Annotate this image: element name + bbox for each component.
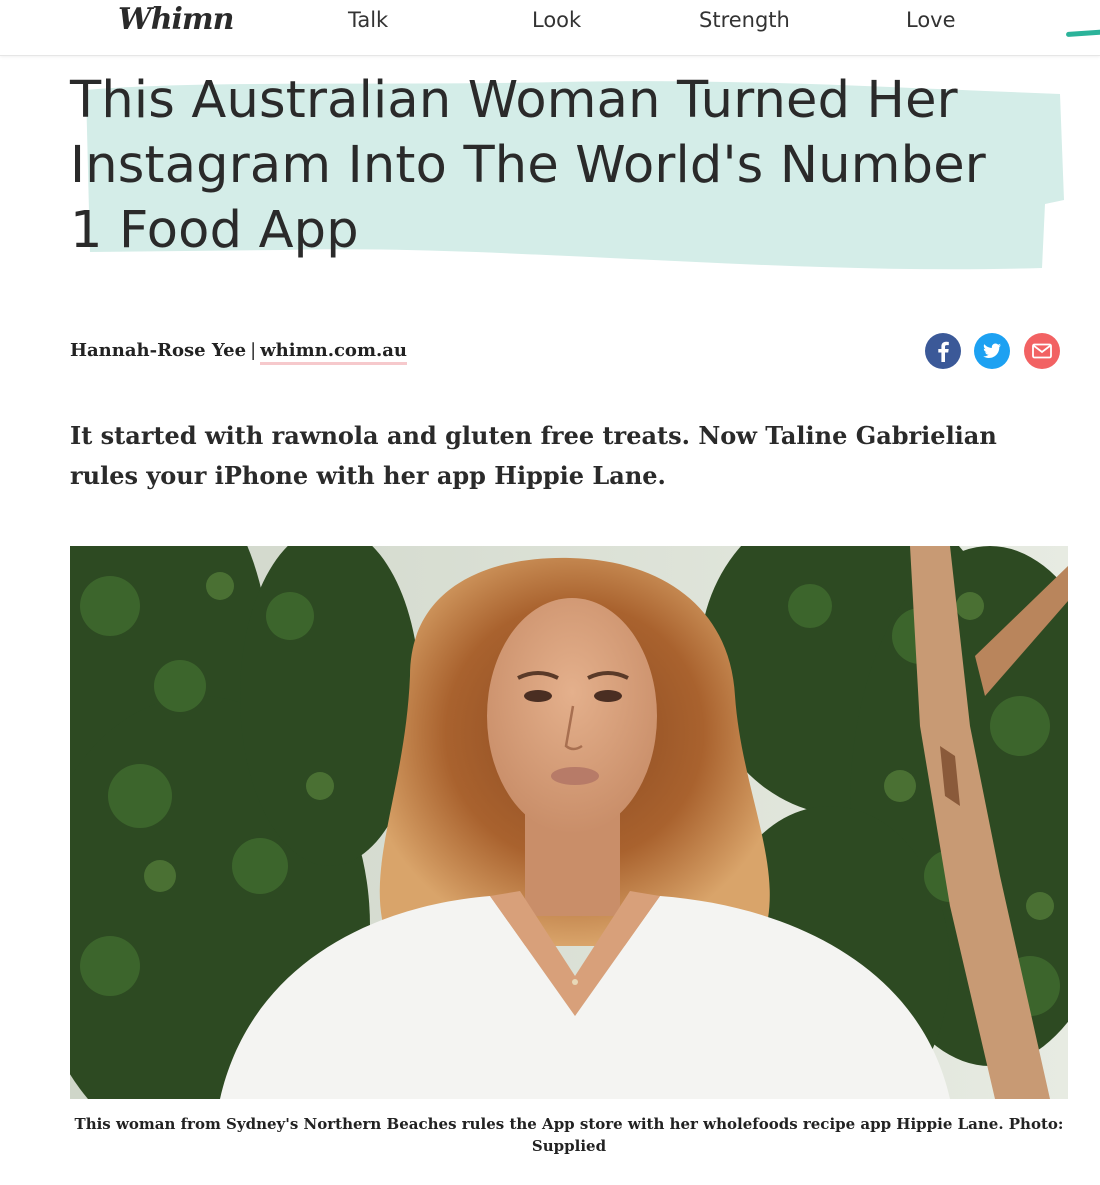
facebook-icon	[938, 341, 949, 362]
image-caption: This woman from Sydney's Northern Beache…	[74, 1115, 1064, 1155]
hero-image[interactable]	[70, 546, 1068, 1099]
site-logo[interactable]: Whimn	[118, 2, 234, 37]
portrait-photo	[70, 546, 1068, 1099]
headline-block: This Australian Woman Turned Her Instagr…	[0, 60, 1100, 290]
byline: Hannah-Rose Yee | whimn.com.au	[70, 340, 408, 365]
twitter-share-button[interactable]	[974, 333, 1010, 369]
top-nav: Whimn Talk Look Strength Love	[0, 0, 1100, 56]
facebook-share-button[interactable]	[925, 333, 961, 369]
email-share-button[interactable]	[1024, 333, 1060, 369]
nav-link-strength[interactable]: Strength	[699, 8, 790, 32]
email-icon	[1032, 343, 1052, 359]
twitter-icon	[983, 343, 1002, 358]
nav-link-talk[interactable]: Talk	[348, 8, 388, 32]
nav-accent-stroke	[1065, 27, 1100, 38]
byline-separator: |	[250, 340, 257, 361]
article-standfirst: It started with rawnola and gluten free …	[70, 421, 997, 490]
article-headline: This Australian Woman Turned Her Instagr…	[70, 71, 986, 260]
source-link[interactable]: whimn.com.au	[260, 340, 408, 365]
nav-link-look[interactable]: Look	[532, 8, 581, 32]
author-name[interactable]: Hannah-Rose Yee	[70, 340, 246, 361]
nav-link-love[interactable]: Love	[906, 8, 956, 32]
